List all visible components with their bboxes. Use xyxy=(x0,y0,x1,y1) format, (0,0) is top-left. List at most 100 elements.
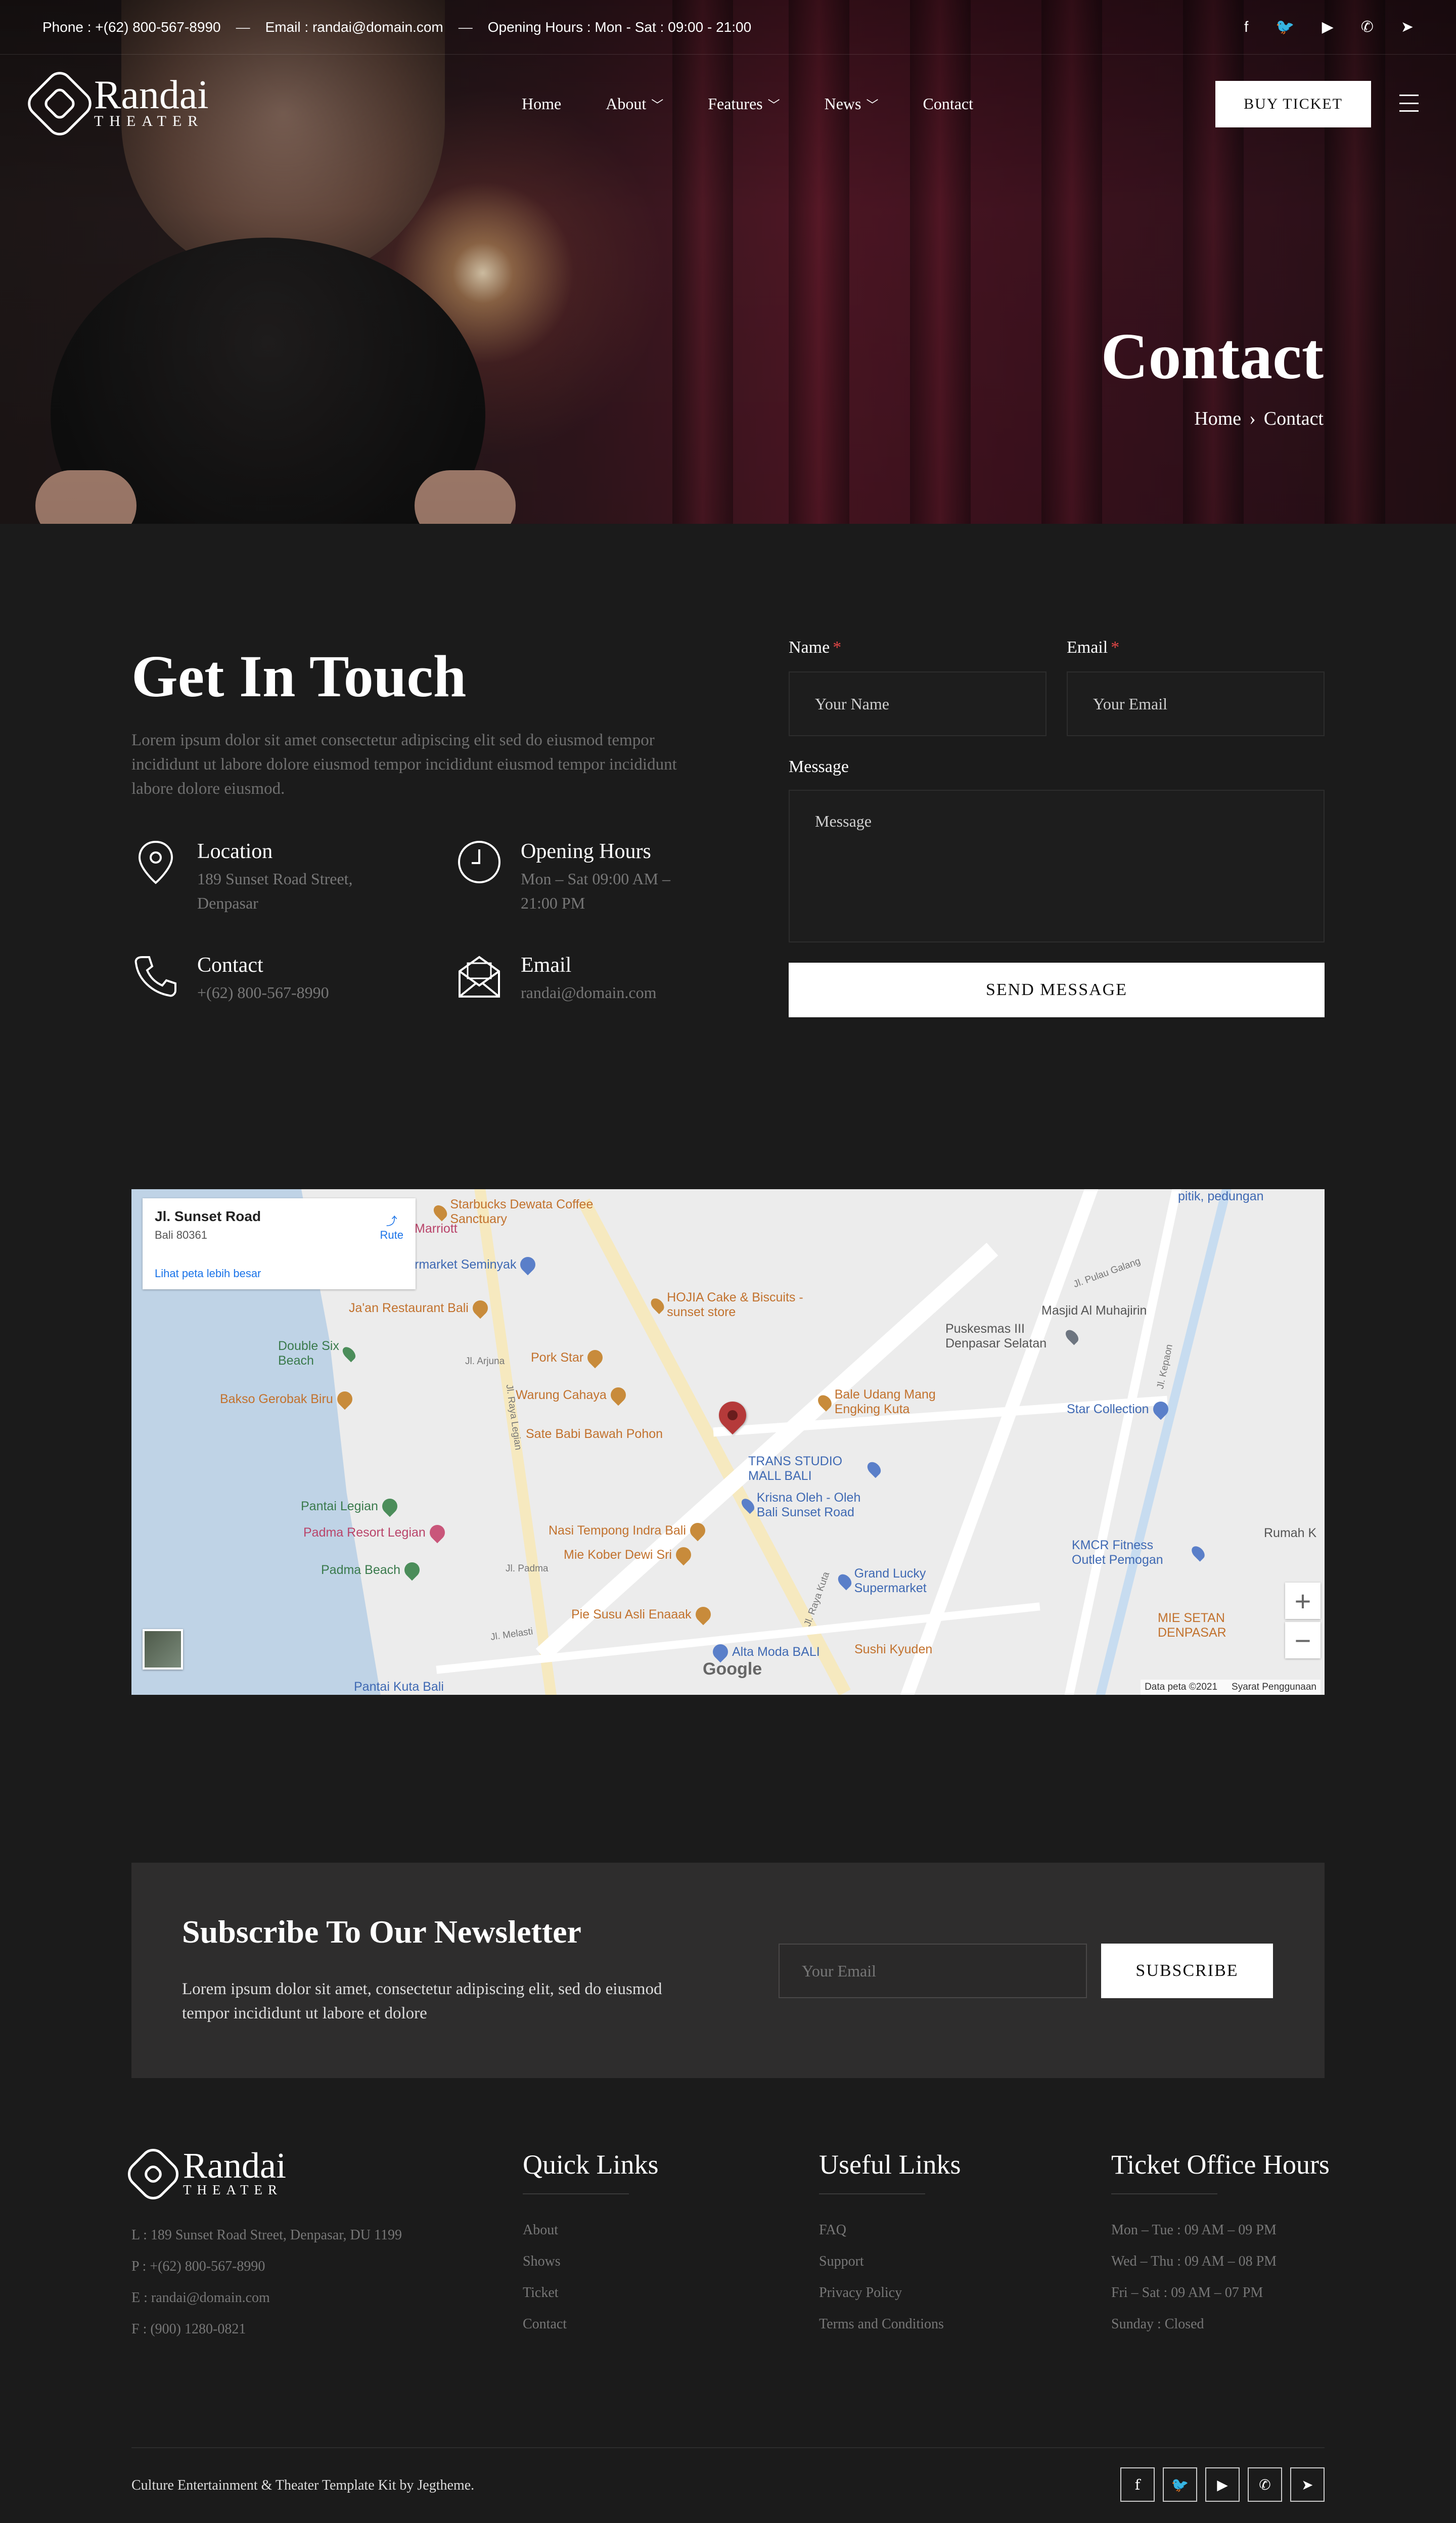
poi-label: Pork Star xyxy=(531,1350,584,1365)
twitter-icon[interactable]: 🐦 xyxy=(1163,2467,1197,2502)
map-poi[interactable]: Sate Babi Bawah Pohon xyxy=(526,1427,663,1441)
main-nav: Home About ﹀ Features ﹀ News ﹀ Contact xyxy=(522,56,973,152)
poi-label: Pie Susu Asli Enaaak xyxy=(571,1607,692,1621)
telegram-icon[interactable]: ➤ xyxy=(1290,2467,1325,2502)
map-poi[interactable]: Marriott xyxy=(415,1222,458,1236)
footer-link[interactable]: About xyxy=(523,2215,658,2246)
hours-value: Mon – Sat 09:00 AM – 21:00 PM xyxy=(521,870,671,912)
zoom-out-button[interactable]: − xyxy=(1285,1622,1321,1658)
buy-ticket-button[interactable]: BUY TICKET xyxy=(1215,81,1371,127)
map-poi[interactable]: Bakso Gerobak Biru xyxy=(220,1388,355,1410)
message-field[interactable]: Message xyxy=(789,790,1325,942)
map-poi[interactable]: Sushi Kyuden xyxy=(854,1642,932,1657)
message-label: Message xyxy=(789,757,849,776)
map-poi[interactable]: Pie Susu Asli Enaaak xyxy=(571,1603,714,1626)
map-poi[interactable]: Grand Lucky Supermarket xyxy=(835,1566,961,1596)
map-pin-icon xyxy=(584,1346,606,1369)
location-value: 189 Sunset Road Street, Denpasar xyxy=(197,870,353,912)
map-poi[interactable]: Starbucks Dewata Coffee Sanctuary xyxy=(431,1197,602,1227)
map-poi[interactable]: Ja'an Restaurant Bali xyxy=(349,1297,491,1319)
footer-fax: F : (900) 1280-0821 xyxy=(131,2321,246,2337)
map-poi[interactable]: Padma Resort Legian xyxy=(303,1521,448,1544)
footer-link[interactable]: Support xyxy=(819,2246,961,2277)
info-hours: Opening Hours Mon – Sat 09:00 AM – 21:00… xyxy=(455,839,718,915)
whatsapp-icon[interactable]: ✆ xyxy=(1361,18,1374,36)
map-poi[interactable]: rmarket Seminyak xyxy=(415,1253,539,1276)
breadcrumb-home[interactable]: Home xyxy=(1194,408,1241,430)
name-field[interactable]: Your Name xyxy=(789,671,1046,736)
subscribe-button[interactable]: SUBSCRIBE xyxy=(1101,1944,1273,1998)
map-poi[interactable]: KMCR Fitness Outlet Pemogan xyxy=(1072,1538,1207,1567)
footer-link[interactable]: Shows xyxy=(523,2246,658,2277)
newsletter-email-input[interactable]: Your Email xyxy=(779,1944,1087,1998)
map-poi[interactable]: Alta Moda BALI xyxy=(709,1641,820,1663)
map-poi[interactable]: Pantai Kuta Bali xyxy=(354,1680,444,1694)
map-poi[interactable]: Rumah K xyxy=(1264,1526,1316,1541)
poi-label: Sate Babi Bawah Pohon xyxy=(526,1427,663,1441)
larger-map-link[interactable]: Lihat peta lebih besar xyxy=(155,1267,261,1280)
map-poi[interactable]: Pantai Legian xyxy=(301,1495,401,1517)
map-poi[interactable]: Warung Cahaya xyxy=(516,1384,629,1406)
topbar-phone: Phone : +(62) 800-567-8990 xyxy=(42,19,221,35)
poi-label: Masjid Al Muhajirin xyxy=(1041,1303,1147,1318)
hamburger-menu-icon[interactable] xyxy=(1399,95,1419,112)
map-poi[interactable]: Mie Kober Dewi Sri xyxy=(564,1544,695,1566)
map-poi[interactable]: TRANS STUDIO MALL BALI xyxy=(748,1454,884,1483)
divider xyxy=(1111,2193,1217,2194)
map-poi[interactable]: Puskesmas III Denpasar Selatan xyxy=(945,1322,1081,1351)
map-pin-icon xyxy=(835,1571,854,1591)
mail-icon xyxy=(455,953,504,1002)
footer-ticket-hours: Ticket Office Hours Mon – Tue : 09 AM – … xyxy=(1111,2149,1330,2340)
footer-link[interactable]: FAQ xyxy=(819,2215,961,2246)
nav-news[interactable]: News ﹀ xyxy=(825,95,879,113)
youtube-icon[interactable]: ▶ xyxy=(1205,2467,1240,2502)
footer-link[interactable]: Contact xyxy=(523,2309,658,2340)
map-poi[interactable]: Double Six Beach xyxy=(278,1339,358,1368)
facebook-icon[interactable]: f xyxy=(1244,19,1248,36)
map-poi[interactable]: Bale Udang Mang Engking Kuta xyxy=(815,1387,971,1417)
map-terms-link[interactable]: Syarat Penggunaan xyxy=(1232,1682,1316,1693)
map-poi[interactable]: Krisna Oleh - Oleh Bali Sunset Road xyxy=(739,1491,885,1520)
telegram-icon[interactable]: ➤ xyxy=(1401,18,1414,36)
map-info-card: Jl. Sunset Road Bali 80361 ⤴ Rute Lihat p… xyxy=(143,1198,416,1289)
map-embed[interactable]: Jl. Raya Legian Jl. Raya Kuta Jl. Melast… xyxy=(131,1189,1325,1695)
whatsapp-icon[interactable]: ✆ xyxy=(1248,2467,1282,2502)
twitter-icon[interactable]: 🐦 xyxy=(1276,18,1294,36)
map-poi[interactable]: Masjid Al Muhajirin xyxy=(1041,1303,1147,1318)
map-poi[interactable]: Star Collection xyxy=(1067,1398,1171,1420)
youtube-icon[interactable]: ▶ xyxy=(1322,18,1334,36)
map-poi[interactable]: HOJIA Cake & Biscuits - sunset store xyxy=(648,1290,814,1320)
road-label: Jl. Arjuna xyxy=(465,1356,505,1367)
map-poi[interactable]: Pork Star xyxy=(531,1346,606,1369)
email-field[interactable]: Your Email xyxy=(1067,671,1325,736)
satellite-toggle[interactable] xyxy=(143,1629,183,1670)
nav-contact[interactable]: Contact xyxy=(923,95,973,113)
topbar-separator: — xyxy=(236,19,250,35)
map-poi[interactable]: Padma Beach xyxy=(321,1559,423,1581)
chevron-right-icon: › xyxy=(1249,408,1256,429)
site-logo[interactable]: Randai THEATER xyxy=(22,66,209,141)
road-label: Jl. Pulau Galang xyxy=(1072,1255,1142,1290)
newsletter-title: Subscribe To Our Newsletter xyxy=(182,1914,581,1950)
nav-features[interactable]: Features ﹀ xyxy=(708,95,780,113)
directions-button[interactable]: ⤴ Rute xyxy=(380,1212,403,1242)
location-title: Location xyxy=(197,840,273,863)
send-message-button[interactable]: SEND MESSAGE xyxy=(789,963,1325,1017)
footer-link[interactable]: Terms and Conditions xyxy=(819,2309,961,2340)
footer-address: L : 189 Sunset Road Street, Denpasar, DU… xyxy=(131,2227,402,2243)
map-poi[interactable]: Nasi Tempong Indra Bali xyxy=(549,1519,709,1542)
footer-link[interactable]: Privacy Policy xyxy=(819,2277,961,2309)
nav-home[interactable]: Home xyxy=(522,95,561,113)
map-poi[interactable]: MIE SETAN DENPASAR xyxy=(1158,1611,1249,1640)
nav-about[interactable]: About ﹀ xyxy=(606,95,663,113)
location-pin-icon xyxy=(131,839,180,888)
footer-link[interactable]: Ticket xyxy=(523,2277,658,2309)
poi-label: Pantai Kuta Bali xyxy=(354,1680,444,1694)
map-pin-icon xyxy=(379,1495,401,1517)
road-label: Jl. Raya Kuta xyxy=(802,1570,832,1628)
footer-logo[interactable]: Randai THEATER xyxy=(122,2143,286,2205)
map-poi[interactable]: pitik, pedungan xyxy=(1178,1189,1264,1204)
hero-section: Phone : +(62) 800-567-8990 — Email : ran… xyxy=(0,0,1456,524)
facebook-icon[interactable]: f xyxy=(1120,2467,1155,2502)
zoom-in-button[interactable]: + xyxy=(1285,1583,1321,1619)
